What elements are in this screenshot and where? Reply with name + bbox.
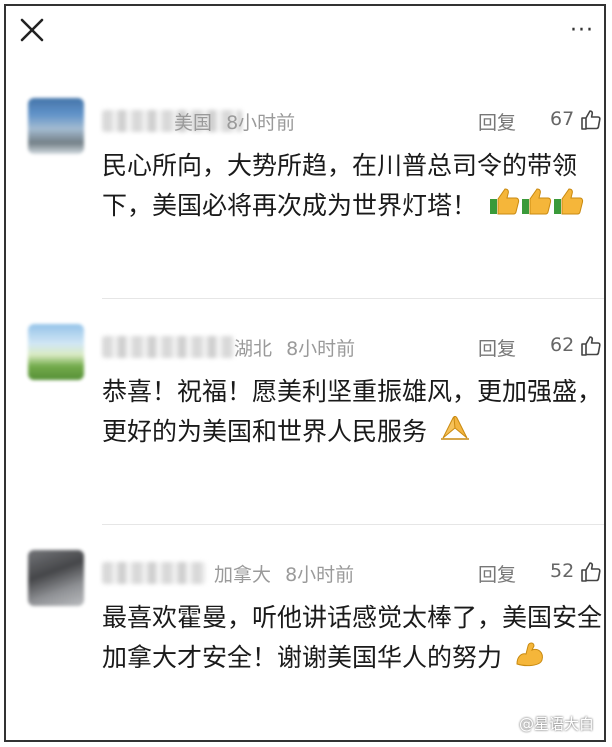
like-count: 67: [550, 108, 575, 130]
comment-meta: 美国 8小时前: [174, 108, 295, 135]
thumbs-up-emoji-icon: [489, 186, 585, 228]
divider: [102, 298, 604, 299]
like-count: 52: [550, 560, 575, 582]
thumbs-up-icon[interactable]: [579, 560, 603, 584]
avatar[interactable]: [28, 324, 84, 380]
thumbs-up-icon[interactable]: [579, 108, 603, 132]
divider: [102, 524, 604, 525]
timestamp: 8小时前: [285, 564, 355, 586]
location-label: 湖北: [234, 338, 273, 360]
location-label: 加拿大: [214, 564, 272, 586]
comment-meta: 加拿大 8小时前: [214, 560, 354, 587]
avatar[interactable]: [28, 550, 84, 606]
close-button[interactable]: [18, 16, 46, 44]
top-bar: ···: [6, 6, 604, 54]
praying-hands-emoji-icon: [439, 412, 471, 454]
reply-button[interactable]: 回复: [478, 560, 516, 587]
avatar[interactable]: [28, 98, 84, 154]
more-options-button[interactable]: ···: [570, 20, 594, 42]
location-label: 美国: [174, 112, 213, 134]
thumbs-up-icon[interactable]: [579, 334, 603, 358]
reply-button[interactable]: 回复: [478, 334, 516, 361]
comment-meta: 湖北 8小时前: [234, 334, 355, 361]
comment-text: 民心所向，大势所趋，在川普总司令的带领下，美国必将再次成为世界灯塔！: [102, 146, 602, 228]
close-icon: [20, 18, 44, 42]
reply-button[interactable]: 回复: [478, 108, 516, 135]
flexed-biceps-emoji-icon: [514, 638, 546, 680]
comment-body: 恭喜！祝福！愿美利坚重振雄风，更加强盛，更好的为美国和世界人民服务: [102, 377, 603, 446]
username-blurred[interactable]: [102, 562, 206, 584]
timestamp: 8小时前: [286, 338, 356, 360]
watermark: @星语大白: [518, 715, 594, 733]
comment-panel: ··· 美国 8小时前 回复 67 民心所向，大势所趋，在川普总司令的带领下，美…: [4, 4, 606, 742]
like-count: 62: [550, 334, 575, 356]
comment-text: 最喜欢霍曼，听他讲话感觉太棒了，美国安全加拿大才安全！谢谢美国华人的努力: [102, 598, 602, 680]
username-blurred[interactable]: [102, 336, 234, 358]
comment-text: 恭喜！祝福！愿美利坚重振雄风，更加强盛，更好的为美国和世界人民服务: [102, 372, 602, 454]
timestamp: 8小时前: [226, 112, 296, 134]
